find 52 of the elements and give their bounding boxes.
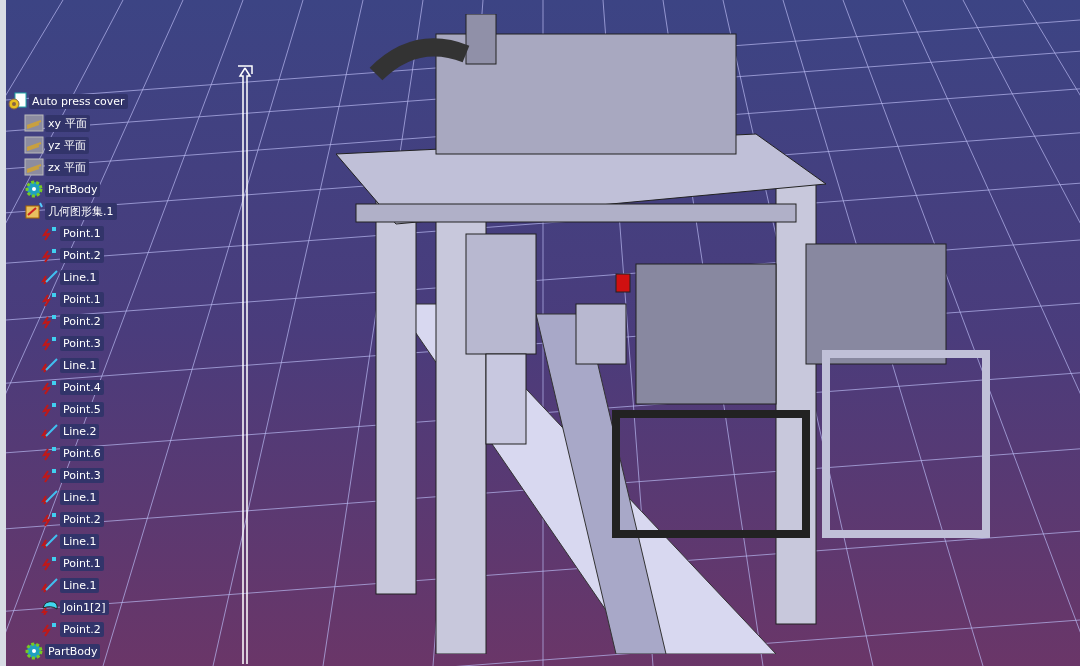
tree-item[interactable]: Point.5 [60,401,104,417]
tree-item[interactable]: Join1[2] [60,599,109,615]
tree-item[interactable]: Point.6 [60,445,104,461]
tree-item[interactable]: Point.2 [60,621,104,637]
line-icon [41,577,59,593]
plane-icon [24,136,44,154]
tree-item[interactable]: Point.1 [60,555,104,571]
tree-item[interactable]: PartBody [45,181,101,197]
gear-icon [24,180,44,198]
tree-item[interactable]: Point.2 [60,247,104,263]
tree-item[interactable]: Point.3 [60,335,104,351]
tree-item[interactable]: Line.1 [60,269,100,285]
point-icon [41,621,59,637]
tree-item[interactable]: Line.1 [60,357,100,373]
point-icon [41,225,59,241]
tree-item[interactable]: Point.4 [60,379,104,395]
point-icon [41,379,59,395]
point-icon [41,445,59,461]
point-icon [41,555,59,571]
surface-icon [41,599,59,615]
gear-icon [24,642,44,660]
tree-item[interactable]: Point.1 [60,225,104,241]
tree-item[interactable]: Line.1 [60,533,100,549]
line-icon [41,489,59,505]
tree-item[interactable]: zx 平面 [45,158,89,176]
part-document-icon [8,92,28,110]
point-icon [41,511,59,527]
point-icon [41,313,59,329]
tree-item[interactable]: Point.3 [60,467,104,483]
line-icon [41,357,59,373]
point-icon [41,247,59,263]
geometry-set-icon [24,202,44,220]
point-icon [41,467,59,483]
line-icon [41,269,59,285]
plane-icon [24,158,44,176]
line-icon [41,533,59,549]
tree-item[interactable]: Auto press cover [29,93,128,109]
tree-item[interactable]: yz 平面 [45,136,89,154]
tree-item[interactable]: Line.1 [60,577,100,593]
tree-item[interactable]: PartBody [45,643,101,659]
plane-icon [24,114,44,132]
tree-item[interactable]: xy 平面 [45,114,90,132]
line-icon [41,423,59,439]
point-icon [41,335,59,351]
tree-item[interactable]: Point.2 [60,511,104,527]
tree-item[interactable]: 几何图形集.1 [45,202,117,220]
tree-item[interactable]: Line.2 [60,423,100,439]
tree-item[interactable]: Point.2 [60,313,104,329]
tree-item[interactable]: Point.1 [60,291,104,307]
point-icon [41,291,59,307]
point-icon [41,401,59,417]
tree-item[interactable]: Line.1 [60,489,100,505]
